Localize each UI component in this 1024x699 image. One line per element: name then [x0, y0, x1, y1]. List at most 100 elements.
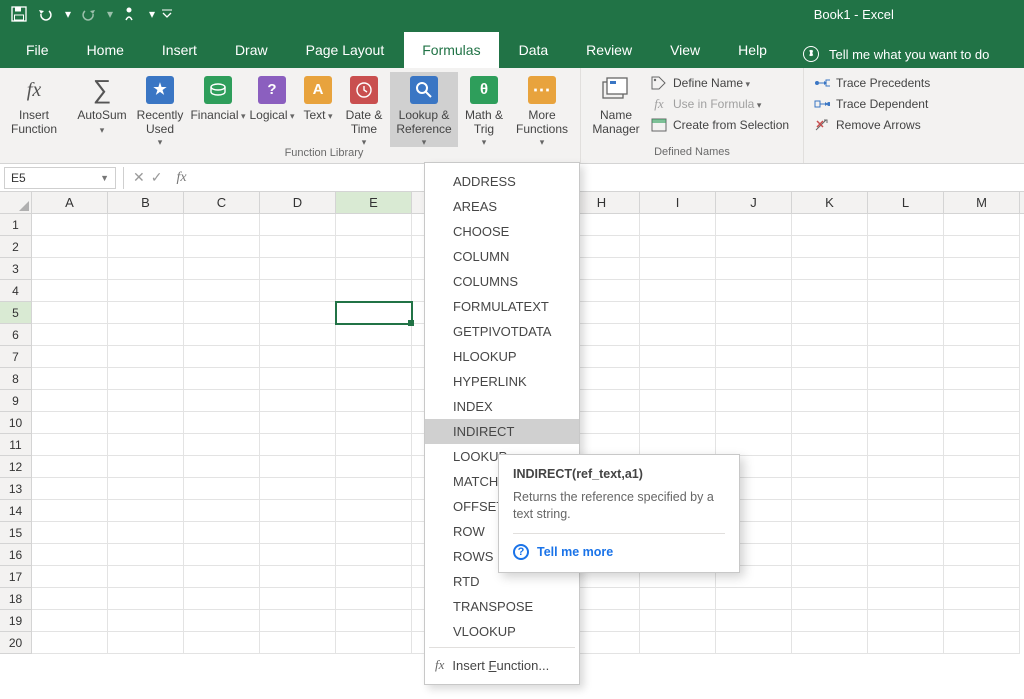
cell[interactable] [640, 258, 716, 280]
cell[interactable] [792, 566, 868, 588]
cell[interactable] [944, 302, 1020, 324]
cell[interactable] [336, 588, 412, 610]
cell[interactable] [336, 390, 412, 412]
cell[interactable] [336, 544, 412, 566]
autosum-button[interactable]: ∑ AutoSum [74, 72, 130, 147]
column-header[interactable]: E [336, 192, 412, 213]
cell[interactable] [32, 368, 108, 390]
cell[interactable] [260, 368, 336, 390]
column-header[interactable]: M [944, 192, 1020, 213]
row-header[interactable]: 14 [0, 500, 31, 522]
cell[interactable] [108, 346, 184, 368]
row-header[interactable]: 8 [0, 368, 31, 390]
create-from-selection-button[interactable]: Create from Selection [647, 116, 797, 134]
tell-me-more-link[interactable]: ? Tell me more [513, 544, 725, 560]
cell[interactable] [944, 412, 1020, 434]
menu-item[interactable]: ADDRESS [425, 169, 579, 194]
cell[interactable] [336, 632, 412, 654]
cell[interactable] [716, 236, 792, 258]
cell[interactable] [640, 434, 716, 456]
cell[interactable] [260, 434, 336, 456]
cell[interactable] [184, 456, 260, 478]
cell[interactable] [260, 280, 336, 302]
cell[interactable] [260, 632, 336, 654]
cell[interactable] [32, 302, 108, 324]
cell[interactable] [792, 324, 868, 346]
cell[interactable] [260, 566, 336, 588]
cell[interactable] [868, 302, 944, 324]
column-header[interactable]: K [792, 192, 868, 213]
lookup-reference-button[interactable]: Lookup & Reference▾ [390, 72, 458, 147]
cell[interactable] [792, 544, 868, 566]
menu-item[interactable]: AREAS [425, 194, 579, 219]
cell[interactable] [640, 610, 716, 632]
cell[interactable] [868, 214, 944, 236]
cell[interactable] [108, 522, 184, 544]
menu-item[interactable]: COLUMN [425, 244, 579, 269]
cell[interactable] [336, 258, 412, 280]
trace-dependents-button[interactable]: Trace Dependent [810, 95, 950, 113]
text-button[interactable]: A Text [298, 72, 338, 147]
cell[interactable] [868, 368, 944, 390]
cell[interactable] [260, 544, 336, 566]
row-header[interactable]: 13 [0, 478, 31, 500]
cell[interactable] [260, 412, 336, 434]
name-manager-button[interactable]: Name Manager [587, 72, 645, 146]
tab-view[interactable]: View [652, 32, 718, 68]
cell[interactable] [716, 258, 792, 280]
cell[interactable] [336, 434, 412, 456]
cell[interactable] [260, 302, 336, 324]
cell[interactable] [108, 500, 184, 522]
cell[interactable] [868, 478, 944, 500]
row-header[interactable]: 2 [0, 236, 31, 258]
row-header[interactable]: 18 [0, 588, 31, 610]
row-header[interactable]: 5 [0, 302, 31, 324]
tab-page-layout[interactable]: Page Layout [288, 32, 403, 68]
cell[interactable] [944, 566, 1020, 588]
cell[interactable] [184, 522, 260, 544]
cell[interactable] [792, 434, 868, 456]
row-header[interactable]: 6 [0, 324, 31, 346]
cell[interactable] [184, 434, 260, 456]
cell[interactable] [792, 346, 868, 368]
cell[interactable] [32, 258, 108, 280]
cell[interactable] [944, 544, 1020, 566]
cell[interactable] [944, 456, 1020, 478]
cell[interactable] [792, 610, 868, 632]
cell[interactable] [716, 368, 792, 390]
cell[interactable] [260, 346, 336, 368]
name-box-dropdown-icon[interactable]: ▼ [100, 173, 109, 183]
cell[interactable] [640, 236, 716, 258]
cell[interactable] [716, 214, 792, 236]
cell[interactable] [336, 412, 412, 434]
cell[interactable] [260, 610, 336, 632]
cell[interactable] [792, 258, 868, 280]
cell[interactable] [32, 214, 108, 236]
cell[interactable] [32, 280, 108, 302]
cell[interactable] [336, 610, 412, 632]
cell[interactable] [336, 566, 412, 588]
row-header[interactable]: 20 [0, 632, 31, 654]
cell[interactable] [184, 566, 260, 588]
row-header[interactable]: 3 [0, 258, 31, 280]
row-header[interactable]: 9 [0, 390, 31, 412]
cell[interactable] [336, 522, 412, 544]
column-header[interactable]: I [640, 192, 716, 213]
cell[interactable] [336, 478, 412, 500]
cell[interactable] [792, 302, 868, 324]
cell[interactable] [792, 500, 868, 522]
row-header[interactable]: 4 [0, 280, 31, 302]
cell[interactable] [336, 214, 412, 236]
cell[interactable] [108, 368, 184, 390]
cell[interactable] [868, 522, 944, 544]
menu-item[interactable]: GETPIVOTDATA [425, 319, 579, 344]
row-header[interactable]: 12 [0, 456, 31, 478]
cell[interactable] [108, 236, 184, 258]
tab-insert[interactable]: Insert [144, 32, 215, 68]
cell[interactable] [944, 632, 1020, 654]
cell[interactable] [108, 324, 184, 346]
cell[interactable] [336, 500, 412, 522]
menu-item[interactable]: RTD [425, 569, 579, 594]
row-header[interactable]: 19 [0, 610, 31, 632]
fx-label-icon[interactable]: fx [168, 170, 194, 186]
